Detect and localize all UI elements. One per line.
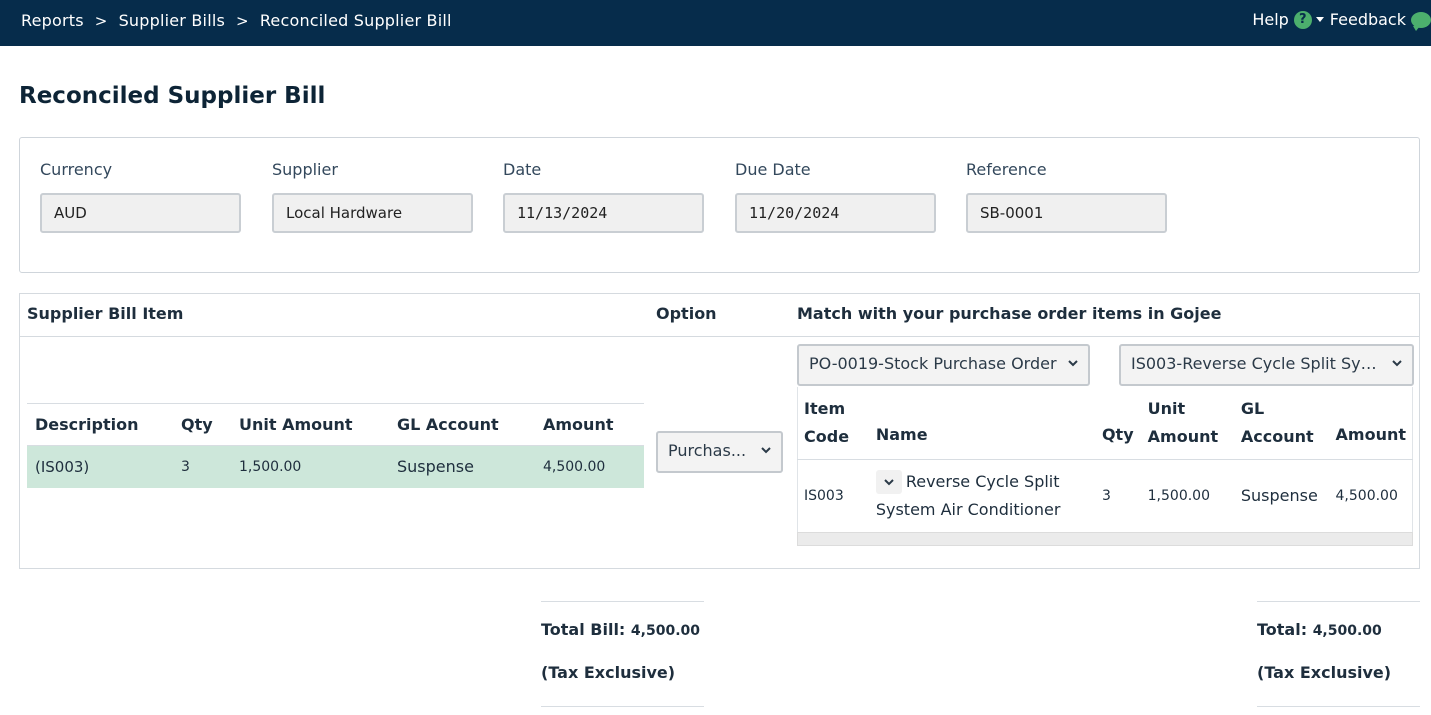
col-unit-amount-line1: Unit xyxy=(1147,398,1186,418)
po-total-label: Total: xyxy=(1257,620,1308,639)
cell-gl-account: Suspense xyxy=(1240,486,1318,506)
breadcrumb-separator: > xyxy=(236,11,249,30)
purchase-order-select-value: PO-0019-Stock Purchase Order xyxy=(809,354,1057,373)
cell-amount: 4,500.00 xyxy=(1335,487,1398,504)
col-amount: Amount xyxy=(1328,387,1413,460)
col-qty: Qty xyxy=(173,403,231,446)
breadcrumb-separator: > xyxy=(94,11,108,30)
due-date-input[interactable]: 11/20/2024 xyxy=(735,193,936,233)
page-title: Reconciled Supplier Bill xyxy=(19,83,326,109)
horizontal-scrollbar[interactable] xyxy=(797,532,1413,546)
cell-gl-account: Suspense xyxy=(389,445,535,488)
cell-qty: 3 xyxy=(173,445,231,488)
table-row[interactable]: (IS003) 3 1,500.00 Suspense 4,500.00 xyxy=(27,445,644,488)
cell-unit-amount: 1,500.00 xyxy=(1147,487,1210,504)
feedback-label: Feedback xyxy=(1329,10,1406,29)
chevron-down-icon xyxy=(1392,360,1402,367)
option-select-value: Purchas... xyxy=(668,441,747,460)
supplier-bill-item-heading: Supplier Bill Item xyxy=(27,304,184,323)
bill-total-line: Total Bill: 4,500.00 xyxy=(541,620,700,639)
items-header-row: Supplier Bill Item Option Match with you… xyxy=(20,294,1419,337)
col-qty: Qty xyxy=(1094,387,1141,460)
col-description: Description xyxy=(27,403,173,446)
breadcrumb: Reports > Supplier Bills > Reconciled Su… xyxy=(21,11,452,30)
breadcrumb-reports[interactable]: Reports xyxy=(21,11,84,30)
col-amount: Amount xyxy=(535,403,644,446)
date-field: Date 11/13/2024 xyxy=(503,160,704,233)
cell-qty: 3 xyxy=(1101,487,1111,504)
chevron-down-icon[interactable] xyxy=(875,470,902,495)
col-name: Name xyxy=(868,387,1095,460)
supplier-bill-items-table: Description Qty Unit Amount GL Account A… xyxy=(27,403,644,488)
header-actions: Help ? Feedback xyxy=(1252,10,1431,31)
reference-input[interactable]: SB-0001 xyxy=(966,193,1167,233)
table-header-row: Description Qty Unit Amount GL Account A… xyxy=(27,403,644,446)
chevron-down-icon xyxy=(1068,360,1078,367)
cell-amount: 4,500.00 xyxy=(535,445,644,488)
cell-description: (IS003) xyxy=(27,445,173,488)
cell-item-code: IS003 xyxy=(804,487,844,504)
po-total-line: Total: 4,500.00 xyxy=(1257,620,1382,639)
top-navigation-bar: Reports > Supplier Bills > Reconciled Su… xyxy=(0,0,1431,46)
currency-input[interactable]: AUD xyxy=(40,193,241,233)
help-question-icon: ? xyxy=(1293,10,1312,29)
reconcile-items-panel: Supplier Bill Item Option Match with you… xyxy=(19,293,1420,569)
help-label: Help xyxy=(1252,10,1289,29)
col-gl-account-line2: Account xyxy=(1240,426,1314,446)
col-item-code-line2: Code xyxy=(804,426,850,446)
feedback-button[interactable]: Feedback xyxy=(1329,10,1431,31)
date-label: Date xyxy=(503,160,542,179)
po-items-table: Item Code Name Qty Unit Amount GL Accoun… xyxy=(797,387,1413,532)
help-menu[interactable]: Help ? xyxy=(1252,10,1329,29)
match-heading: Match with your purchase order items in … xyxy=(797,304,1222,323)
bill-total-note: (Tax Exclusive) xyxy=(541,663,676,682)
reference-label: Reference xyxy=(966,160,1047,179)
bill-header-panel: Currency AUD Supplier Local Hardware Dat… xyxy=(19,137,1420,273)
col-item-code: Item Code xyxy=(797,387,869,460)
po-total-note: (Tax Exclusive) xyxy=(1257,663,1392,682)
caret-down-icon xyxy=(1315,17,1324,22)
cell-unit-amount: 1,500.00 xyxy=(231,445,389,488)
col-gl-account: GL Account xyxy=(1233,387,1329,460)
option-heading: Option xyxy=(656,304,717,323)
cell-name-line1: Reverse Cycle Split xyxy=(905,471,1060,491)
col-unit-amount: Unit Amount xyxy=(1140,387,1234,460)
breadcrumb-supplier-bills[interactable]: Supplier Bills xyxy=(119,11,225,30)
option-select[interactable]: Purchas... xyxy=(656,431,783,473)
supplier-label: Supplier xyxy=(272,160,338,179)
bill-total-label: Total Bill: xyxy=(541,620,626,639)
date-input[interactable]: 11/13/2024 xyxy=(503,193,704,233)
po-item-select[interactable]: IS003-Reverse Cycle Split Sys... xyxy=(1119,344,1414,386)
breadcrumb-current: Reconciled Supplier Bill xyxy=(259,11,452,30)
chevron-down-icon xyxy=(761,447,771,454)
po-item-select-value: IS003-Reverse Cycle Split Sys... xyxy=(1131,354,1381,373)
col-item-code-line1: Item xyxy=(804,398,846,418)
reference-field: Reference SB-0001 xyxy=(966,160,1167,233)
supplier-field: Supplier Local Hardware xyxy=(272,160,473,233)
col-gl-account: GL Account xyxy=(389,403,535,446)
po-total: Total: 4,500.00 (Tax Exclusive) xyxy=(1257,601,1420,707)
currency-label: Currency xyxy=(40,160,113,179)
supplier-input[interactable]: Local Hardware xyxy=(272,193,473,233)
chat-bubble-icon xyxy=(1411,11,1431,31)
col-unit-amount: Unit Amount xyxy=(231,403,389,446)
col-unit-amount-line2: Amount xyxy=(1147,426,1219,446)
cell-name-line2: System Air Conditioner xyxy=(875,499,1061,519)
cell-name: Reverse Cycle Split System Air Condition… xyxy=(869,459,1095,532)
bill-total: Total Bill: 4,500.00 (Tax Exclusive) xyxy=(541,601,704,707)
currency-field: Currency AUD xyxy=(40,160,241,233)
table-header-row: Item Code Name Qty Unit Amount GL Accoun… xyxy=(797,387,1413,460)
col-gl-account-line1: GL xyxy=(1240,398,1265,418)
bill-total-value: 4,500.00 xyxy=(630,623,700,639)
purchase-order-select[interactable]: PO-0019-Stock Purchase Order xyxy=(797,344,1090,386)
po-total-value: 4,500.00 xyxy=(1312,623,1382,639)
due-date-label: Due Date xyxy=(735,160,811,179)
table-row[interactable]: IS003 Reverse Cycle Split System Air Con… xyxy=(797,459,1413,532)
due-date-field: Due Date 11/20/2024 xyxy=(735,160,936,233)
